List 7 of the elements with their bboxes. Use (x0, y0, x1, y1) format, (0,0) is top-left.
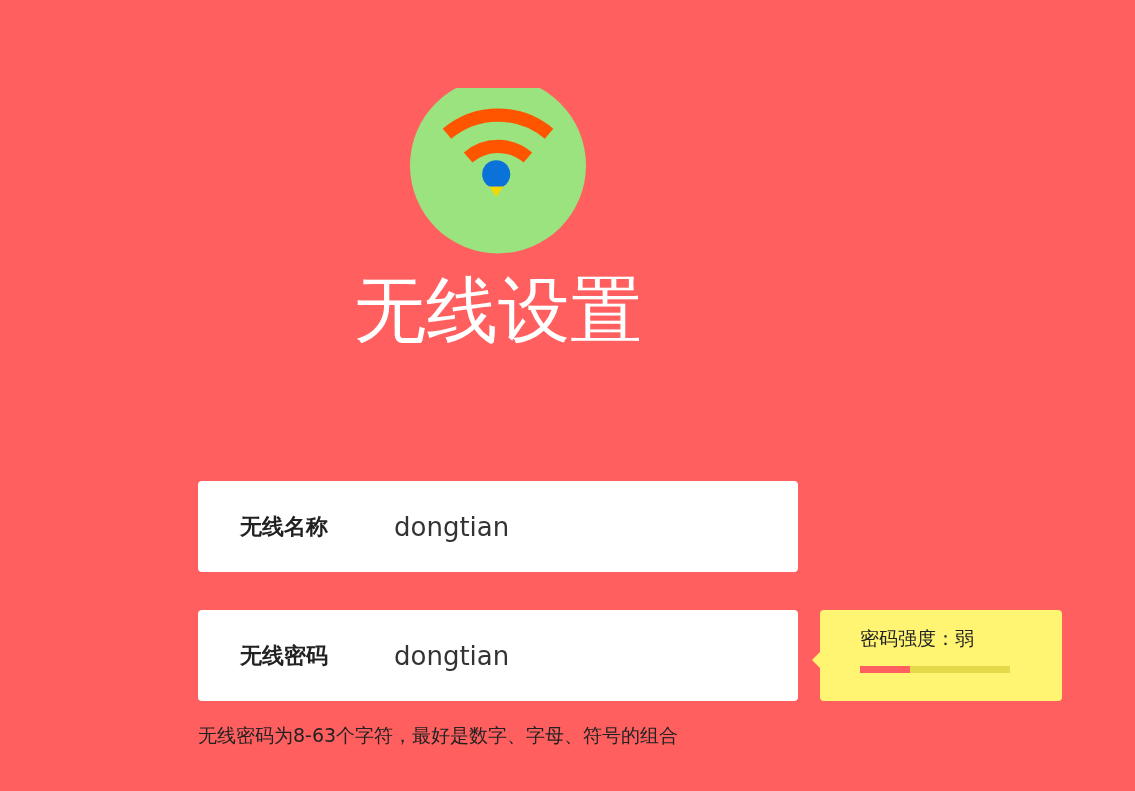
input-field[interactable]: dongtian (394, 511, 654, 542)
strength-label: 密码强度：弱 (860, 626, 975, 651)
field-label: 无线名称 (240, 512, 329, 541)
field-label: 无线密码 (240, 641, 329, 670)
input-field[interactable]: dongtian (394, 640, 654, 671)
password-hint: 无线密码为8-63个字符，最好是数字、字母、符号的组合 (198, 723, 680, 748)
page-title: 无线设置 (354, 274, 642, 346)
